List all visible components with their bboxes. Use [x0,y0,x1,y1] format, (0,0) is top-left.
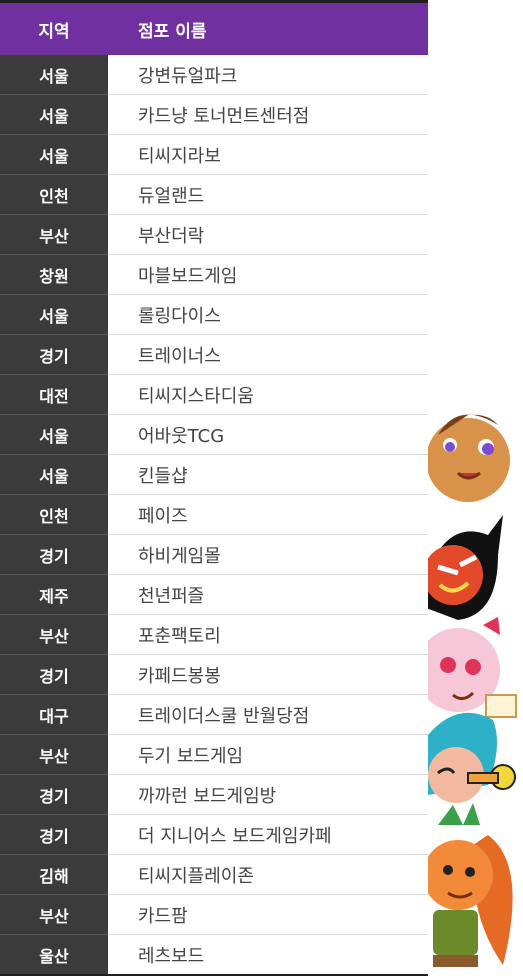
table-row: 인천 페이즈 [0,494,428,535]
table-row: 대구 트레이더스쿨 반월당점 [0,694,428,735]
store-name-cell: 카드냥 토너먼트센터점 [108,94,428,135]
region-column-header: 지역 [0,0,108,55]
table-row: 부산 두기 보드게임 [0,734,428,775]
region-cell: 서울 [0,134,108,175]
region-cell: 제주 [0,574,108,615]
store-name-cell: 킨들샵 [108,454,428,495]
region-cell: 김해 [0,854,108,895]
table-row: 경기 카페드봉봉 [0,654,428,695]
table-row: 서울 킨들샵 [0,454,428,495]
store-name-column-header: 점포 이름 [108,0,428,55]
table-row: 경기 더 지니어스 보드게임카페 [0,814,428,855]
table-row: 울산 레츠보드 [0,934,428,976]
table-row: 창원 마블보드게임 [0,254,428,295]
table-row: 인천 듀얼랜드 [0,174,428,215]
store-name-cell: 두기 보드게임 [108,734,428,775]
region-cell: 서울 [0,454,108,495]
table-row: 서울 어바웃TCG [0,414,428,455]
table-row: 대전 티씨지스타디움 [0,374,428,415]
region-cell: 경기 [0,814,108,855]
cookie-characters-illustration [428,414,517,967]
region-cell: 경기 [0,654,108,695]
region-cell: 서울 [0,294,108,335]
table-row: 부산 카드팜 [0,894,428,935]
gingerbread-cookie-icon [428,414,510,515]
store-name-cell: 하비게임몰 [108,534,428,575]
blue-hair-cookie-icon [428,712,516,803]
store-name-cell: 강변듀얼파크 [108,55,428,95]
region-cell: 인천 [0,174,108,215]
table-row: 경기 까까런 보드게임방 [0,774,428,815]
carrot-cookie-icon [428,803,513,967]
table-row: 김해 티씨지플레이존 [0,854,428,895]
region-cell: 대전 [0,374,108,415]
region-cell: 대구 [0,694,108,735]
table-row: 제주 천년퍼즐 [0,574,428,615]
table-header-row: 지역 점포 이름 [0,0,428,55]
store-name-cell: 티씨지플레이존 [108,854,428,895]
region-cell: 서울 [0,94,108,135]
store-name-cell: 티씨지스타디움 [108,374,428,415]
table-row: 서울 강변듀얼파크 [0,55,428,95]
devil-cookie-icon [428,515,503,620]
store-name-cell: 페이즈 [108,494,428,535]
store-name-cell: 레츠보드 [108,934,428,976]
table-row: 서울 티씨지라보 [0,134,428,175]
store-name-cell: 카드팜 [108,894,428,935]
store-name-cell: 카페드봉봉 [108,654,428,695]
store-name-cell: 트레이더스쿨 반월당점 [108,694,428,735]
table-row: 부산 포춘팩토리 [0,614,428,655]
region-cell: 인천 [0,494,108,535]
table-row: 서울 롤링다이스 [0,294,428,335]
table-row: 부산 부산더락 [0,214,428,255]
store-name-cell: 부산더락 [108,214,428,255]
store-name-cell: 듀얼랜드 [108,174,428,215]
store-name-cell: 포춘팩토리 [108,614,428,655]
region-cell: 부산 [0,214,108,255]
region-cell: 울산 [0,934,108,976]
store-table: 지역 점포 이름 서울 강변듀얼파크 서울 카드냥 토너먼트센터점 서울 티씨지라보 인천 듀… [0,0,428,976]
region-cell: 서울 [0,414,108,455]
store-name-cell: 트레이너스 [108,334,428,375]
region-cell: 경기 [0,534,108,575]
region-cell: 부산 [0,614,108,655]
table-row: 경기 트레이너스 [0,334,428,375]
region-cell: 경기 [0,334,108,375]
store-name-cell: 티씨지라보 [108,134,428,175]
region-cell: 부산 [0,734,108,775]
region-cell: 서울 [0,55,108,95]
region-cell: 경기 [0,774,108,815]
store-name-cell: 더 지니어스 보드게임카페 [108,814,428,855]
store-name-cell: 롤링다이스 [108,294,428,335]
store-name-cell: 까까런 보드게임방 [108,774,428,815]
table-row: 서울 카드냥 토너먼트센터점 [0,94,428,135]
table-row: 경기 하비게임몰 [0,534,428,575]
region-cell: 부산 [0,894,108,935]
store-name-cell: 어바웃TCG [108,414,428,455]
region-cell: 창원 [0,254,108,295]
store-name-cell: 마블보드게임 [108,254,428,295]
pink-cookie-icon [428,617,517,718]
store-name-cell: 천년퍼즐 [108,574,428,615]
